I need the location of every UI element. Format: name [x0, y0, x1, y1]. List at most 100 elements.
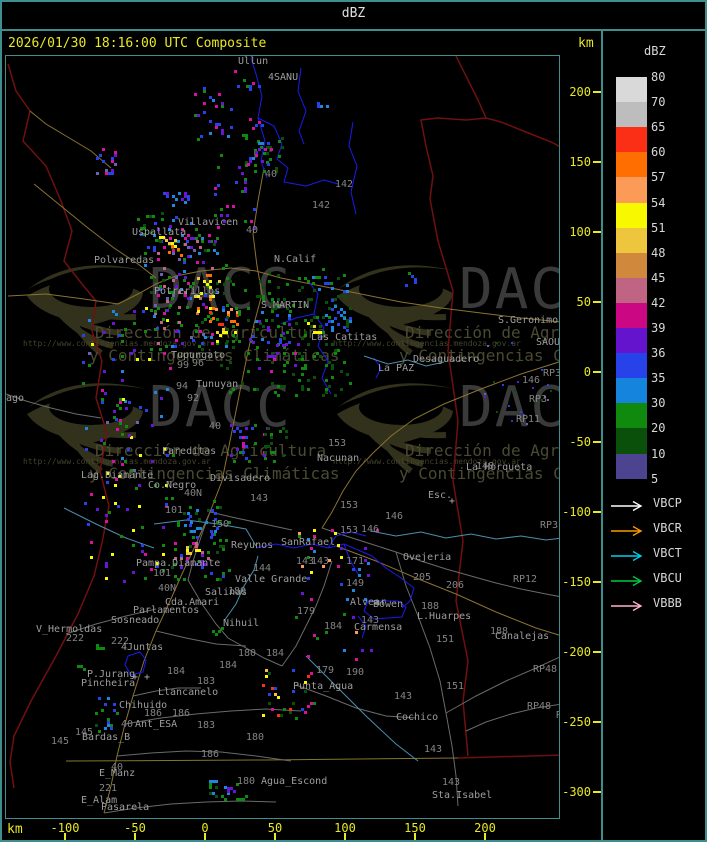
map-label: 180 — [237, 777, 255, 787]
colorbar-label: 30 — [651, 396, 665, 410]
radar-echo-cell — [268, 292, 271, 295]
colorbar-swatch — [616, 403, 647, 429]
radar-echo-cell — [283, 385, 286, 388]
radar-echo-cell — [214, 240, 217, 243]
radar-echo-cell — [267, 341, 270, 344]
radar-echo-cell — [177, 248, 180, 251]
radar-echo-cell — [137, 218, 140, 221]
radar-echo-cell — [331, 326, 334, 329]
legend-label: VBCR — [653, 521, 682, 535]
radar-echo-cell — [150, 309, 153, 312]
radar-echo-cell — [100, 439, 103, 442]
panel-title: dBZ — [644, 44, 666, 58]
radar-echo-cell — [172, 195, 175, 198]
map-label: Divisadero — [210, 474, 270, 484]
radar-echo-cell — [349, 382, 352, 385]
radar-echo-cell — [232, 340, 235, 343]
radar-echo-cell — [282, 332, 285, 335]
radar-echo-cell — [108, 172, 111, 175]
radar-echo-cell — [122, 398, 125, 401]
radar-echo-cell — [361, 649, 364, 652]
radar-echo-cell — [256, 388, 259, 391]
radar-echo-cell — [270, 148, 273, 151]
radar-echo-cell — [177, 312, 180, 315]
radar-echo-cell — [209, 307, 212, 310]
colorbar-swatch — [616, 102, 647, 128]
map-label: RP48 — [527, 702, 551, 712]
radar-echo-cell — [277, 696, 280, 699]
radar-echo-cell — [214, 512, 217, 515]
radar-echo-cell — [343, 290, 346, 293]
map-label: 101 — [153, 569, 171, 579]
radar-echo-cell — [187, 255, 190, 258]
radar-echo-cell — [195, 330, 198, 333]
radar-echo-cell — [141, 526, 144, 529]
radar-echo-cell — [178, 306, 181, 309]
radar-echo-cell — [222, 548, 225, 551]
radar-echo-cell — [271, 382, 274, 385]
radar-echo-cell — [301, 286, 304, 289]
radar-echo-cell — [103, 442, 106, 445]
map-label: + — [144, 673, 150, 683]
right-axis-label: 0 — [584, 365, 591, 379]
radar-echo-cell — [111, 160, 114, 163]
radar-echo-cell — [294, 364, 297, 367]
radar-echo-cell — [151, 424, 154, 427]
radar-echo-cell — [163, 327, 166, 330]
map-label: SAOU — [536, 338, 560, 348]
radar-echo-cell — [174, 575, 177, 578]
radar-echo-cell — [343, 613, 346, 616]
radar-map-canvas[interactable]: DACCDirección de Agriculturay Contingenc… — [5, 55, 560, 819]
colorbar-swatch — [616, 353, 647, 379]
radar-echo-cell — [244, 190, 247, 193]
radar-echo-cell — [201, 554, 204, 557]
radar-echo-cell — [532, 387, 534, 389]
radar-echo-cell — [203, 87, 206, 90]
radar-echo-cell — [121, 379, 124, 382]
radar-echo-cell — [183, 578, 186, 581]
radar-echo-cell — [313, 529, 316, 532]
radar-echo-cell — [278, 140, 281, 143]
radar-echo-cell — [238, 313, 241, 316]
radar-echo-cell — [202, 261, 205, 264]
radar-echo-cell — [150, 291, 153, 294]
radar-echo-cell — [228, 569, 231, 572]
map-label: 184 — [219, 661, 237, 671]
radar-echo-cell — [317, 105, 320, 108]
radar-echo-cell — [127, 448, 130, 451]
map-label: 184 — [266, 649, 284, 659]
radar-echo-cell — [88, 319, 91, 322]
radar-echo-cell — [102, 160, 105, 163]
radar-echo-cell — [95, 724, 98, 727]
map-label: Agua_Escond — [261, 777, 327, 787]
radar-echo-cell — [213, 243, 216, 246]
colorbar-label: 39 — [651, 321, 665, 335]
radar-echo-cell — [186, 546, 189, 549]
radar-echo-cell — [215, 795, 218, 798]
radar-echo-cell — [343, 311, 346, 314]
radar-echo-cell — [159, 348, 162, 351]
radar-echo-cell — [121, 433, 124, 436]
map-label: 180 — [228, 587, 246, 597]
radar-echo-cell — [280, 714, 283, 717]
radar-echo-cell — [180, 324, 183, 327]
radar-echo-cell — [271, 319, 274, 322]
radar-echo-cell — [186, 306, 189, 309]
radar-echo-cell — [307, 343, 310, 346]
radar-echo-cell — [269, 158, 272, 161]
radar-echo-cell — [301, 358, 304, 361]
radar-echo-cell — [245, 137, 248, 140]
radar-echo-cell — [292, 669, 295, 672]
radar-echo-cell — [222, 545, 225, 548]
radar-echo-cell — [200, 135, 203, 138]
radar-echo-cell — [104, 392, 107, 395]
radar-echo-cell — [267, 427, 270, 430]
radar-echo-cell — [268, 672, 271, 675]
radar-echo-cell — [112, 358, 115, 361]
colorbar-label: 60 — [651, 145, 665, 159]
radar-echo-cell — [196, 536, 199, 539]
radar-echo-cell — [286, 331, 289, 334]
radar-echo-cell — [325, 379, 328, 382]
radar-echo-cell — [493, 381, 495, 383]
map-label: 186 — [201, 750, 219, 760]
